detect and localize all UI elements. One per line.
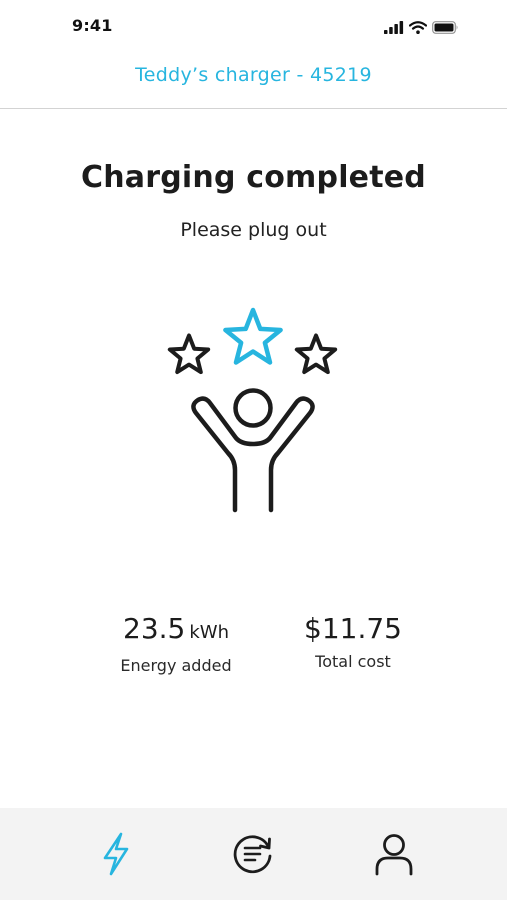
status-bar: 9:41 xyxy=(0,0,507,50)
charger-title: Teddy’s charger - 45219 xyxy=(135,64,372,86)
total-cost-stat: $11.75 Total cost xyxy=(273,612,433,671)
page-title: Charging completed xyxy=(81,160,426,195)
history-icon xyxy=(233,835,272,874)
energy-unit: kWh xyxy=(189,622,229,643)
status-time: 9:41 xyxy=(72,16,113,35)
instruction-text: Please plug out xyxy=(180,219,327,241)
celebration-illustration xyxy=(167,307,338,513)
status-icons xyxy=(384,19,459,35)
header: Teddy’s charger - 45219 xyxy=(0,50,507,109)
cost-label: Total cost xyxy=(315,652,391,671)
energy-value-line: 23.5 kWh xyxy=(96,612,256,650)
tab-charging[interactable] xyxy=(92,830,140,878)
tab-history[interactable] xyxy=(229,830,277,878)
profile-icon xyxy=(375,834,413,876)
cellular-signal-icon xyxy=(384,20,404,34)
energy-label: Energy added xyxy=(120,656,232,675)
center-star-icon xyxy=(223,307,283,365)
battery-icon xyxy=(432,20,458,34)
left-star-icon xyxy=(167,333,211,375)
right-star-icon xyxy=(294,333,338,375)
wifi-icon xyxy=(409,20,427,34)
lightning-icon xyxy=(103,832,129,876)
energy-added-stat: 23.5 kWh Energy added xyxy=(96,612,256,675)
person-body xyxy=(191,396,315,513)
energy-value: 23.5 xyxy=(123,612,186,645)
person-head xyxy=(233,388,273,428)
tab-profile[interactable] xyxy=(370,830,418,878)
bottom-tab-bar xyxy=(0,808,507,900)
cost-value: $11.75 xyxy=(304,612,402,645)
